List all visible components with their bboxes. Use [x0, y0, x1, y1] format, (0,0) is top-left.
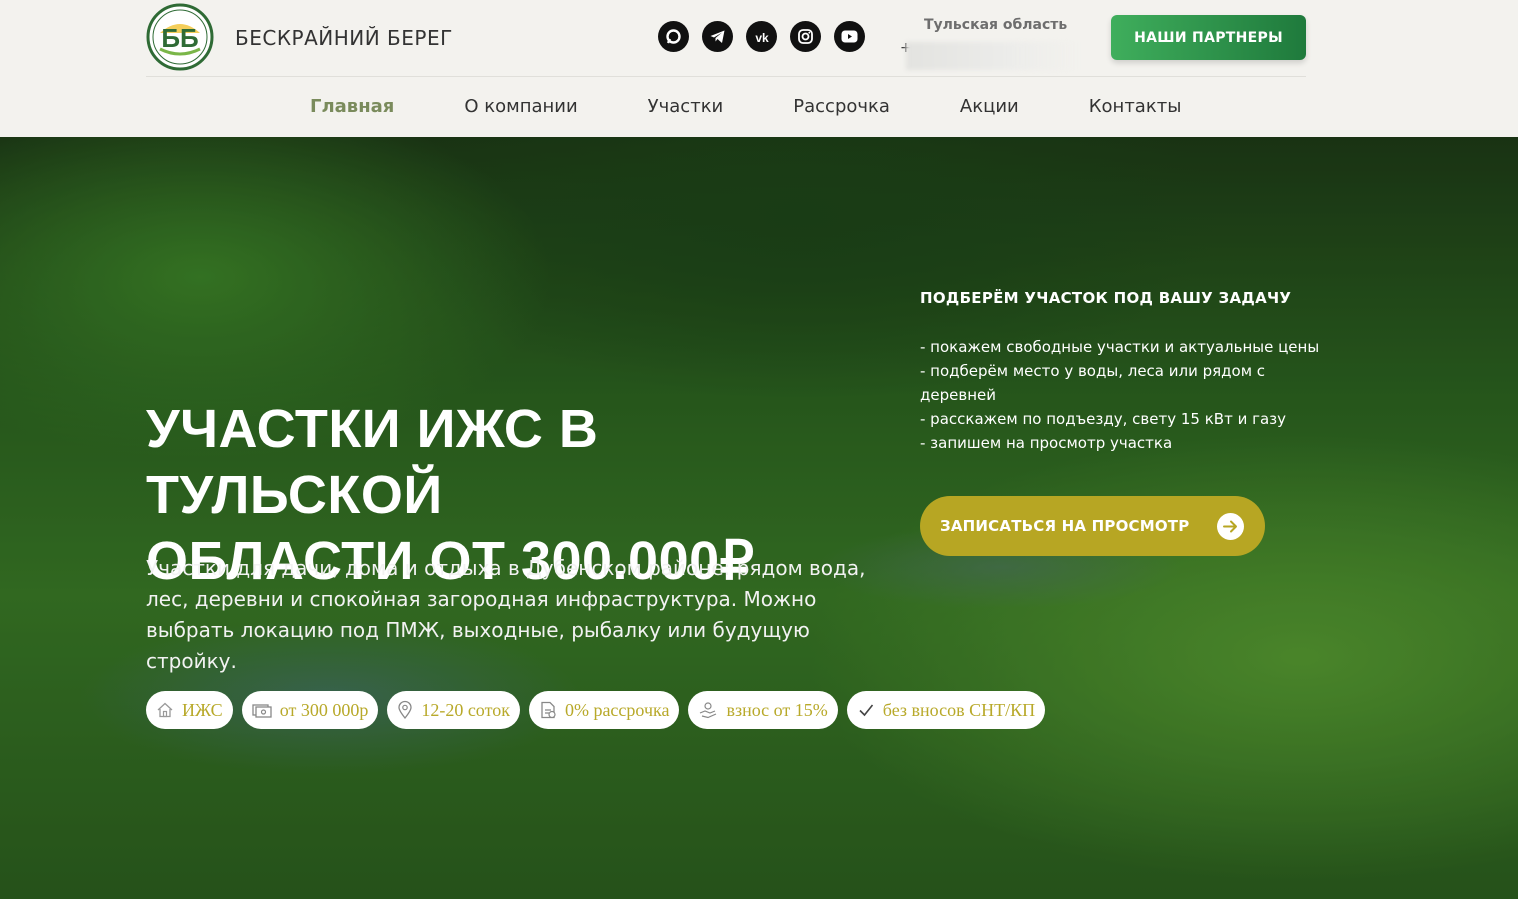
cta-label: ЗАПИСАТЬСЯ НА ПРОСМОТР: [940, 517, 1190, 535]
list-item: - запишем на просмотр участка: [920, 434, 1173, 452]
nav-item-promotions[interactable]: Акции: [960, 96, 1019, 117]
book-viewing-button[interactable]: ЗАПИСАТЬСЯ НА ПРОСМОТР: [920, 496, 1265, 556]
tag-label: 12-20 соток: [421, 699, 510, 720]
phone-blur-mask: [906, 42, 1078, 70]
tag-price: от 300 000р: [241, 691, 379, 729]
document-icon: [541, 701, 556, 719]
main-nav: Главная О компании Участки Рассрочка Акц…: [310, 96, 1251, 117]
tag-no-fees: без вносов СНТ/КП: [846, 691, 1046, 729]
youtube-icon[interactable]: [834, 21, 865, 52]
feature-tags: ИЖС от 300 000р 12-20 соток 0% рассрочка…: [146, 691, 1046, 729]
nav-item-contacts[interactable]: Контакты: [1089, 96, 1182, 117]
coins-hand-icon: [700, 702, 717, 719]
hero-description: Участки для дачи, дома и отдыха в Дубенс…: [146, 556, 866, 673]
svg-text:vk: vk: [755, 31, 769, 43]
location-pin-icon: [398, 700, 412, 720]
tag-label: взнос от 15%: [726, 699, 828, 720]
tag-installment: 0% рассрочка: [528, 691, 680, 729]
nav-item-home[interactable]: Главная: [310, 96, 394, 117]
vk-icon[interactable]: vk: [746, 21, 777, 52]
telegram-icon[interactable]: [702, 21, 733, 52]
list-item: - расскажем по подъезду, свету 15 кВт и …: [920, 410, 1287, 428]
list-item: - подберём место у воды, леса или рядом …: [920, 362, 1266, 404]
tag-label: ИЖС: [182, 699, 223, 720]
region-label: Тульская область: [924, 17, 1068, 33]
social-links: vk: [658, 21, 865, 52]
list-item: - покажем свободные участки и актуальные…: [920, 338, 1320, 356]
tag-area: 12-20 соток: [387, 691, 520, 729]
tag-label: 0% рассрочка: [564, 699, 670, 720]
max-icon[interactable]: [658, 21, 689, 52]
hero-title-line1: УЧАСТКИ ИЖС В ТУЛЬСКОЙ: [146, 399, 599, 525]
logo-text: ББ: [161, 23, 198, 53]
nav-item-plots[interactable]: Участки: [648, 96, 724, 117]
tag-label: от 300 000р: [279, 699, 369, 720]
phone-number-blurred[interactable]: +: [900, 40, 1080, 72]
brand-name[interactable]: БЕСКРАЙНИЙ БЕРЕГ: [235, 26, 453, 50]
house-icon: [157, 702, 173, 718]
instagram-icon[interactable]: [790, 21, 821, 52]
brand-logo[interactable]: ББ: [146, 3, 214, 71]
side-benefits-list: - покажем свободные участки и актуальные…: [920, 335, 1340, 455]
site-header: ББ БЕСКРАЙНИЙ БЕРЕГ vk Тульская область …: [0, 0, 1518, 137]
tag-downpayment: взнос от 15%: [688, 691, 838, 729]
tag-label: без вносов СНТ/КП: [882, 699, 1036, 720]
side-panel-title: ПОДБЕРЁМ УЧАСТОК ПОД ВАШУ ЗАДАЧУ: [920, 289, 1292, 307]
arrow-right-icon: [1217, 513, 1244, 540]
nav-item-about[interactable]: О компании: [464, 96, 577, 117]
money-icon: [252, 704, 272, 718]
nav-item-installment[interactable]: Рассрочка: [793, 96, 890, 117]
partners-button[interactable]: НАШИ ПАРТНЕРЫ: [1111, 15, 1306, 60]
checkmark-icon: [859, 704, 873, 717]
tag-izhs: ИЖС: [146, 691, 233, 729]
header-divider: [146, 76, 1306, 77]
hero-section: УЧАСТКИ ИЖС В ТУЛЬСКОЙ ОБЛАСТИ ОТ 300.00…: [0, 137, 1518, 899]
